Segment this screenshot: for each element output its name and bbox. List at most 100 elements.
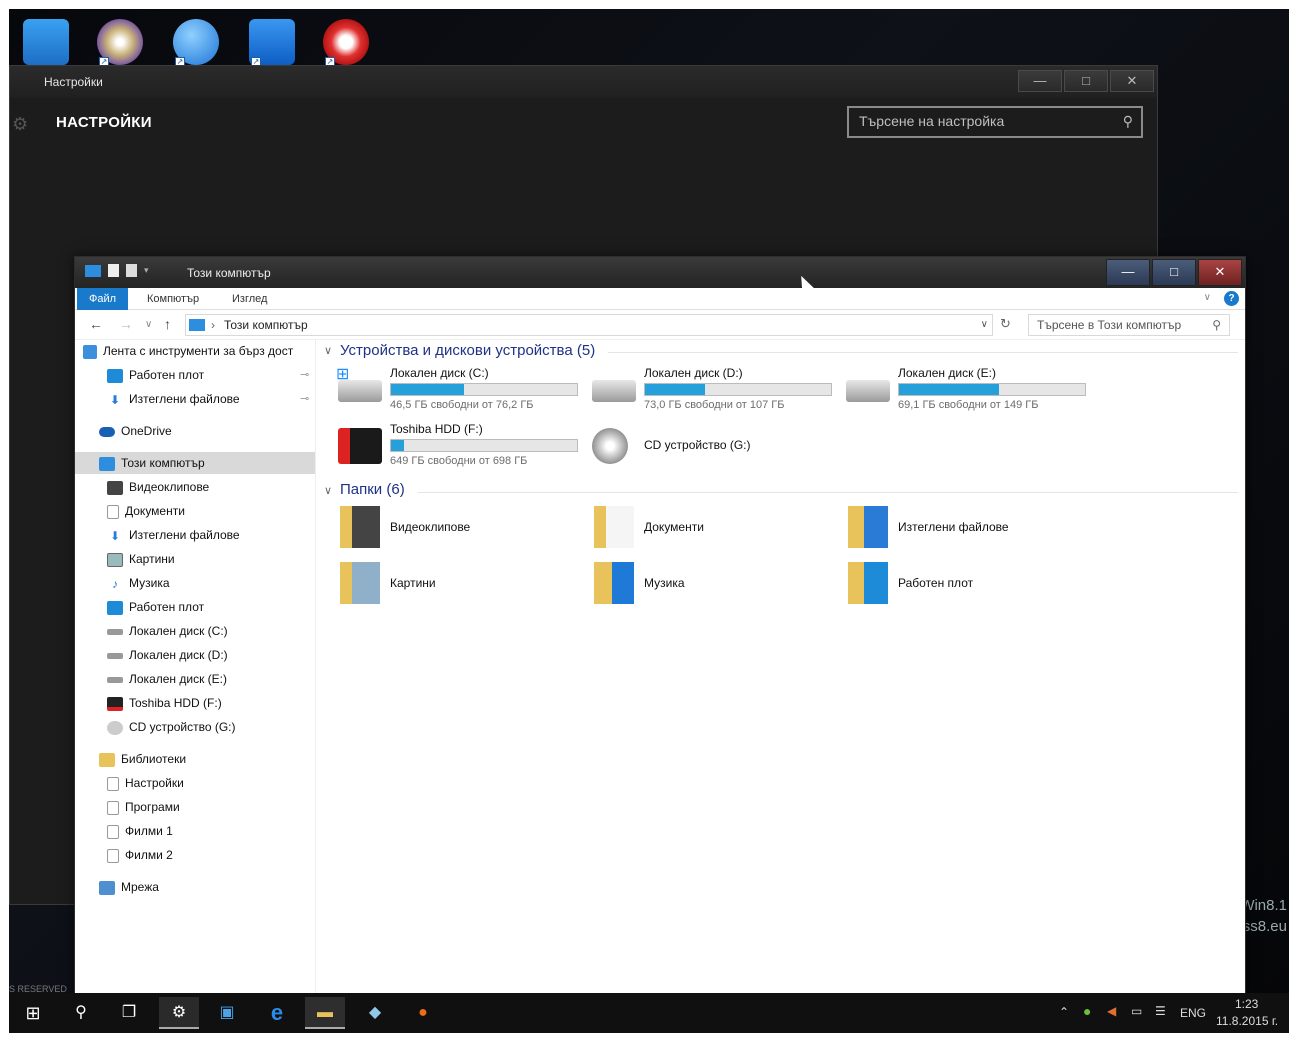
new-folder-icon[interactable] bbox=[126, 264, 137, 277]
flash-app-icon[interactable]: ↗ bbox=[173, 19, 219, 67]
folder-pictures[interactable]: Картини bbox=[338, 560, 588, 610]
search-icon[interactable]: ⚲ bbox=[61, 997, 101, 1029]
firefox-icon[interactable]: ● bbox=[403, 997, 443, 1029]
document-icon bbox=[107, 504, 119, 519]
folder-name: Работен плот bbox=[898, 576, 974, 590]
address-dropdown-icon[interactable]: ∨ bbox=[981, 315, 988, 335]
nav-label: Филми 2 bbox=[125, 848, 173, 862]
search-icon[interactable]: ⚲ bbox=[1123, 113, 1133, 130]
folder-music[interactable]: Музика bbox=[592, 560, 842, 610]
nav-lib-programs[interactable]: Програми bbox=[107, 796, 180, 818]
internet-explorer-icon[interactable]: e bbox=[257, 997, 297, 1029]
drive-c[interactable]: ⊞ Локален диск (C:) 46,5 ГБ свободни от … bbox=[336, 366, 588, 412]
nav-downloads[interactable]: ⬇ Изтеглени файлове bbox=[107, 524, 240, 546]
pin-icon[interactable]: ⊸ bbox=[300, 392, 309, 405]
this-pc-small-icon[interactable] bbox=[85, 264, 101, 277]
nav-downloads-pinned[interactable]: ⬇ Изтеглени файлове bbox=[107, 388, 240, 410]
forward-arrow-icon[interactable]: → bbox=[119, 316, 133, 332]
folder-documents[interactable]: Документи bbox=[592, 504, 842, 554]
clock-date[interactable]: 11.8.2015 г. bbox=[1216, 1014, 1278, 1028]
nav-label: OneDrive bbox=[121, 424, 172, 438]
drive-e[interactable]: Локален диск (E:) 69,1 ГБ свободни от 14… bbox=[846, 366, 1096, 412]
nav-drive-e[interactable]: Локален диск (E:) bbox=[107, 668, 227, 690]
ribbon-expand-icon[interactable]: ∨ bbox=[1204, 292, 1211, 303]
settings-titlebar[interactable]: Настройки — □ ✕ bbox=[10, 66, 1157, 98]
nav-desktop[interactable]: Работен плот bbox=[107, 596, 204, 618]
dvd-installer-icon[interactable]: ↗ bbox=[97, 19, 143, 67]
refresh-icon[interactable]: ↻ bbox=[1000, 316, 1011, 332]
nav-desktop-pinned[interactable]: Работен плот bbox=[107, 364, 204, 386]
nav-this-pc[interactable]: Този компютър bbox=[75, 452, 315, 474]
nav-videos[interactable]: Видеоклипове bbox=[107, 476, 209, 498]
tab-computer[interactable]: Компютър bbox=[135, 288, 211, 310]
explorer-minimize-button[interactable]: — bbox=[1106, 259, 1150, 286]
volume-icon[interactable]: ◀ bbox=[1107, 1004, 1116, 1018]
folder-downloads[interactable]: Изтеглени файлове bbox=[846, 504, 1096, 554]
tab-file[interactable]: Файл bbox=[77, 288, 129, 310]
nav-drive-d[interactable]: Локален диск (D:) bbox=[107, 644, 228, 666]
network-tray-icon[interactable]: ▭ bbox=[1131, 1004, 1142, 1018]
ccleaner-icon[interactable]: ↗ bbox=[323, 19, 369, 67]
desktop-icon bbox=[107, 368, 123, 383]
task-view-icon[interactable]: ❐ bbox=[109, 997, 149, 1029]
ribbon: Файл Компютър Изглед ∨ ? bbox=[75, 288, 1245, 310]
nav-lib-films2[interactable]: Филми 2 bbox=[107, 844, 173, 866]
explorer-search-input[interactable]: Търсене в Този компютър ⚲ bbox=[1028, 314, 1230, 336]
action-center-icon[interactable]: ☰ bbox=[1155, 1004, 1166, 1018]
back-arrow-icon[interactable]: ← bbox=[89, 316, 103, 332]
search-icon[interactable]: ⚲ bbox=[1212, 315, 1221, 335]
settings-search-input[interactable]: Търсене на настройка ⚲ bbox=[847, 106, 1143, 138]
utorrent-icon[interactable]: ● bbox=[1083, 1003, 1091, 1019]
nav-drive-g[interactable]: CD устройство (G:) bbox=[107, 716, 235, 738]
clock-time[interactable]: 1:23 bbox=[1235, 997, 1258, 1011]
file-explorer-icon[interactable]: ▬ bbox=[305, 997, 345, 1029]
address-bar[interactable]: › Този компютър ∨ bbox=[185, 314, 993, 336]
nav-label: CD устройство (G:) bbox=[129, 720, 236, 734]
explorer-close-button[interactable]: ✕ bbox=[1198, 259, 1242, 286]
pin-icon[interactable]: ⊸ bbox=[300, 368, 309, 381]
control-panel-icon[interactable]: ▣ bbox=[207, 997, 247, 1029]
folder-desktop[interactable]: Работен плот bbox=[846, 560, 1096, 610]
collapse-chevron-icon[interactable]: ∨ bbox=[324, 344, 332, 357]
folder-videos[interactable]: Видеоклипове bbox=[338, 504, 588, 554]
settings-maximize-button[interactable]: □ bbox=[1064, 70, 1108, 92]
breadcrumb[interactable]: Този компютър bbox=[224, 318, 308, 332]
nav-music[interactable]: ♪ Музика bbox=[107, 572, 170, 594]
help-icon[interactable]: ? bbox=[1224, 291, 1239, 306]
nav-documents[interactable]: Документи bbox=[107, 500, 185, 522]
devices-group-header[interactable]: Устройства и дискови устройства (5) bbox=[340, 342, 595, 359]
nav-libraries[interactable]: Библиотеки bbox=[99, 748, 186, 770]
nav-onedrive[interactable]: OneDrive bbox=[99, 420, 172, 442]
nav-lib-settings[interactable]: Настройки bbox=[107, 772, 184, 794]
teamviewer-icon[interactable]: ↗ bbox=[249, 19, 295, 67]
collapse-chevron-icon[interactable]: ∨ bbox=[324, 484, 332, 497]
nav-lib-films1[interactable]: Филми 1 bbox=[107, 820, 173, 842]
tab-view[interactable]: Изглед bbox=[220, 288, 279, 310]
nav-drive-c[interactable]: Локален диск (C:) bbox=[107, 620, 228, 642]
divider bbox=[608, 352, 1238, 353]
settings-taskbar-icon[interactable]: ⚙ bbox=[159, 997, 199, 1029]
chevron-down-icon[interactable]: ▾ bbox=[144, 265, 149, 276]
language-indicator[interactable]: ENG bbox=[1180, 1006, 1206, 1020]
nav-network[interactable]: Мрежа bbox=[99, 876, 159, 898]
settings-close-button[interactable]: ✕ bbox=[1110, 70, 1154, 92]
explorer-titlebar[interactable]: ▾ Този компютър — □ ✕ bbox=[75, 257, 1245, 288]
nav-pictures[interactable]: Картини bbox=[107, 548, 175, 570]
settings-minimize-button[interactable]: — bbox=[1018, 70, 1062, 92]
show-hidden-icons[interactable]: ⌃ bbox=[1059, 1005, 1069, 1019]
app-icon[interactable]: ◆ bbox=[355, 997, 395, 1029]
windows-start-icon[interactable]: ⊞ bbox=[13, 997, 53, 1029]
drive-f[interactable]: Toshiba HDD (F:) 649 ГБ свободни от 698 … bbox=[338, 422, 588, 468]
nav-drive-f[interactable]: Toshiba HDD (F:) bbox=[107, 692, 222, 714]
recent-chevron-icon[interactable]: ∨ bbox=[145, 319, 152, 330]
this-pc-icon[interactable] bbox=[23, 19, 69, 65]
up-arrow-icon[interactable]: ↑ bbox=[164, 316, 171, 332]
breadcrumb-chevron-icon: › bbox=[211, 318, 215, 332]
drive-d[interactable]: Локален диск (D:) 73,0 ГБ свободни от 10… bbox=[592, 366, 842, 412]
drive-icon bbox=[107, 652, 123, 659]
folders-group-header[interactable]: Папки (6) bbox=[340, 481, 405, 498]
nav-quick-access[interactable]: Лента с инструменти за бърз дост bbox=[83, 340, 293, 362]
drive-g[interactable]: CD устройство (G:) bbox=[592, 422, 842, 468]
explorer-maximize-button[interactable]: □ bbox=[1152, 259, 1196, 286]
properties-icon[interactable] bbox=[108, 264, 119, 277]
